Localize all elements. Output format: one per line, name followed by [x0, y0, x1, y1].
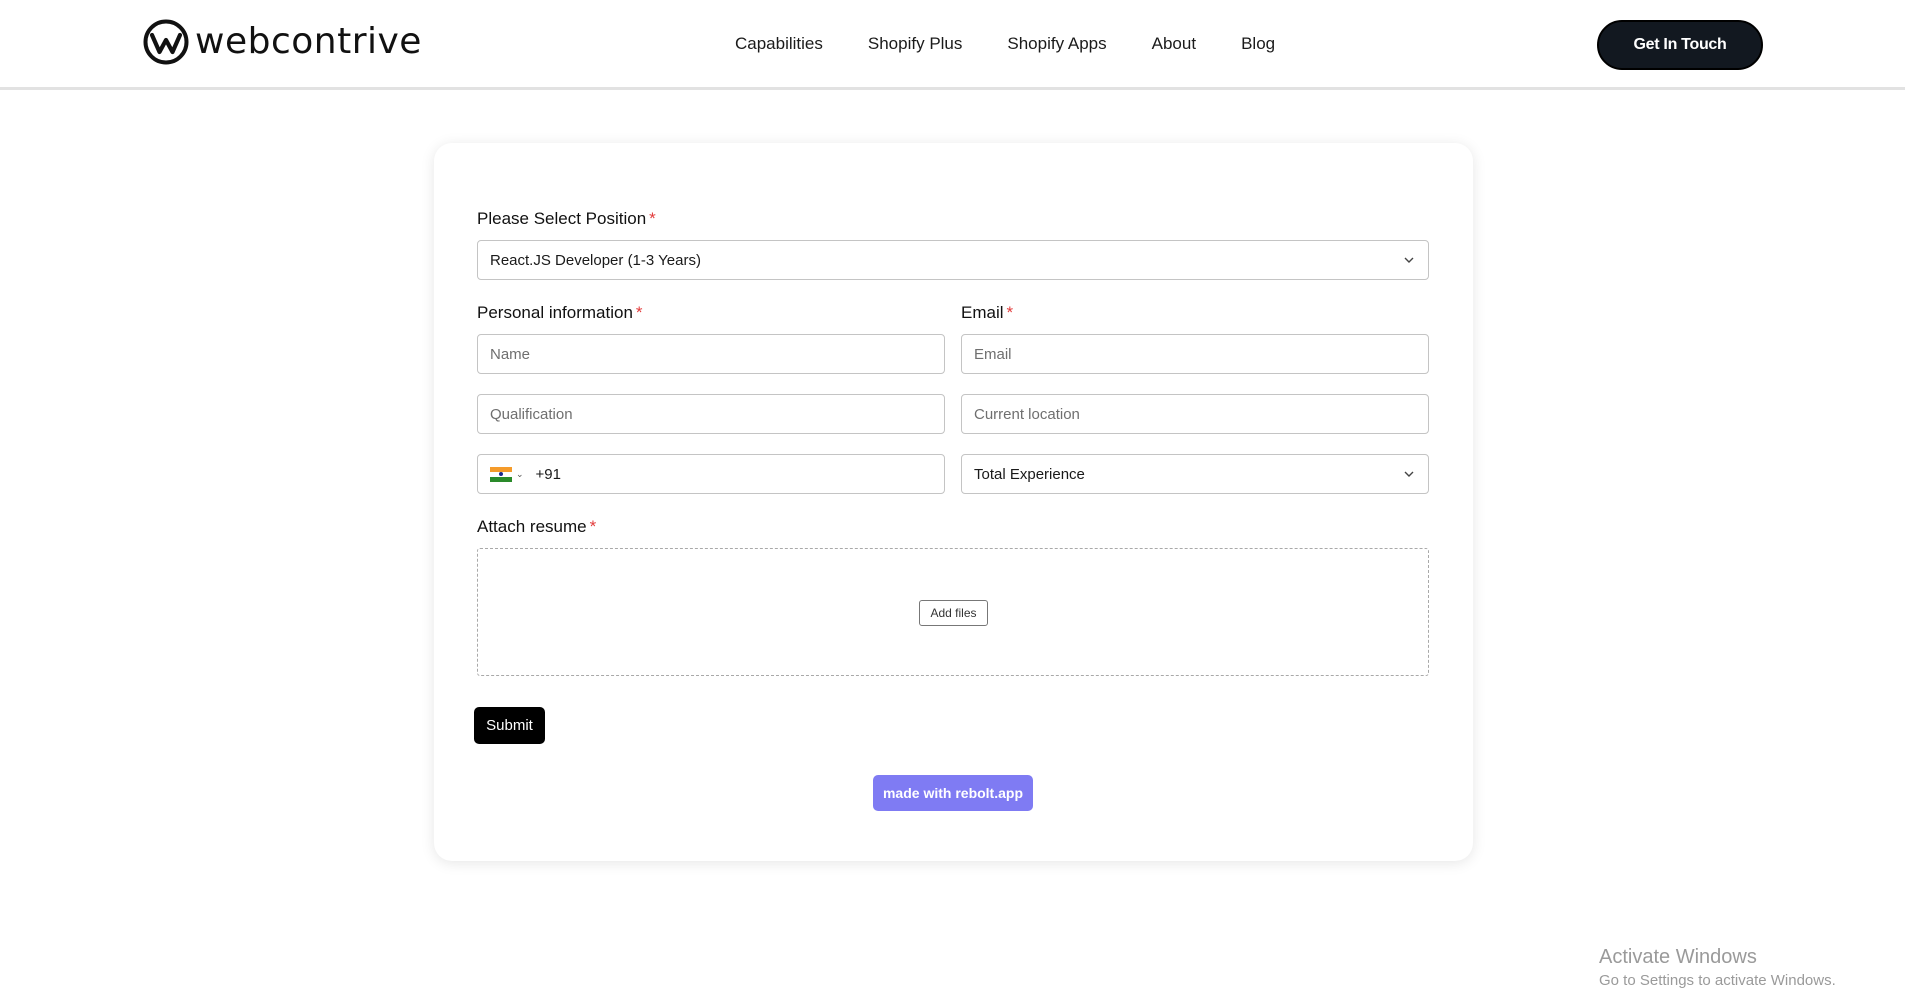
nav-capabilities[interactable]: Capabilities	[735, 32, 823, 56]
logo-text: webcontrive	[195, 21, 422, 62]
watermark-title: Activate Windows	[1599, 946, 1757, 968]
watermark-subtitle: Go to Settings to activate Windows.	[1599, 972, 1836, 989]
required-mark: *	[1006, 303, 1014, 322]
chevron-down-icon	[1404, 257, 1414, 263]
total-experience-select[interactable]: Total Experience	[961, 454, 1429, 494]
country-chevron-icon[interactable]: ⌄	[516, 469, 524, 480]
application-form-card: Please Select Position * React.JS Develop…	[434, 143, 1473, 861]
email-label-text: Email	[961, 303, 1004, 322]
resume-dropzone[interactable]: Add files	[477, 548, 1429, 676]
position-label: Please Select Position *	[477, 208, 656, 230]
site-header: webcontrive Capabilities Shopify Plus Sh…	[0, 0, 1905, 90]
name-input-placeholder: Name	[490, 345, 531, 363]
email-input[interactable]: Email	[961, 334, 1429, 374]
personal-info-label: Personal information *	[477, 302, 643, 324]
current-location-input[interactable]: Current location	[961, 394, 1429, 434]
attach-resume-label-text: Attach resume	[477, 517, 587, 536]
personal-info-label-text: Personal information	[477, 303, 633, 322]
current-location-input-placeholder: Current location	[974, 405, 1080, 423]
total-experience-value: Total Experience	[974, 465, 1085, 483]
phone-input[interactable]: ⌄ +91	[477, 454, 945, 494]
get-in-touch-button[interactable]: Get In Touch	[1597, 20, 1763, 70]
position-select-value: React.JS Developer (1-3 Years)	[490, 251, 701, 269]
required-mark: *	[589, 517, 597, 536]
webcontrive-logo-icon	[143, 19, 189, 65]
required-mark: *	[635, 303, 643, 322]
activate-windows-watermark: Activate Windows Go to Settings to activ…	[1599, 945, 1836, 991]
main-nav: Capabilities Shopify Plus Shopify Apps A…	[735, 32, 1320, 56]
nav-about[interactable]: About	[1152, 32, 1196, 56]
add-files-button[interactable]: Add files	[919, 600, 988, 626]
position-label-text: Please Select Position	[477, 209, 647, 228]
required-mark: *	[649, 209, 656, 228]
nav-shopify-plus[interactable]: Shopify Plus	[868, 32, 963, 56]
qualification-input[interactable]: Qualification	[477, 394, 945, 434]
submit-button[interactable]: Submit	[474, 707, 545, 744]
position-select[interactable]: React.JS Developer (1-3 Years)	[477, 240, 1429, 280]
made-with-rebolt-badge[interactable]: made with rebolt.app	[873, 775, 1033, 811]
dial-code: +91	[535, 465, 561, 483]
logo[interactable]: webcontrive	[143, 19, 422, 65]
nav-shopify-apps[interactable]: Shopify Apps	[1007, 32, 1106, 56]
chevron-down-icon	[1404, 471, 1414, 477]
qualification-input-placeholder: Qualification	[490, 405, 573, 423]
attach-resume-label: Attach resume *	[477, 516, 596, 538]
india-flag-icon[interactable]	[490, 466, 512, 482]
name-input[interactable]: Name	[477, 334, 945, 374]
email-input-placeholder: Email	[974, 345, 1012, 363]
email-label: Email *	[961, 302, 1013, 324]
nav-blog[interactable]: Blog	[1241, 32, 1275, 56]
